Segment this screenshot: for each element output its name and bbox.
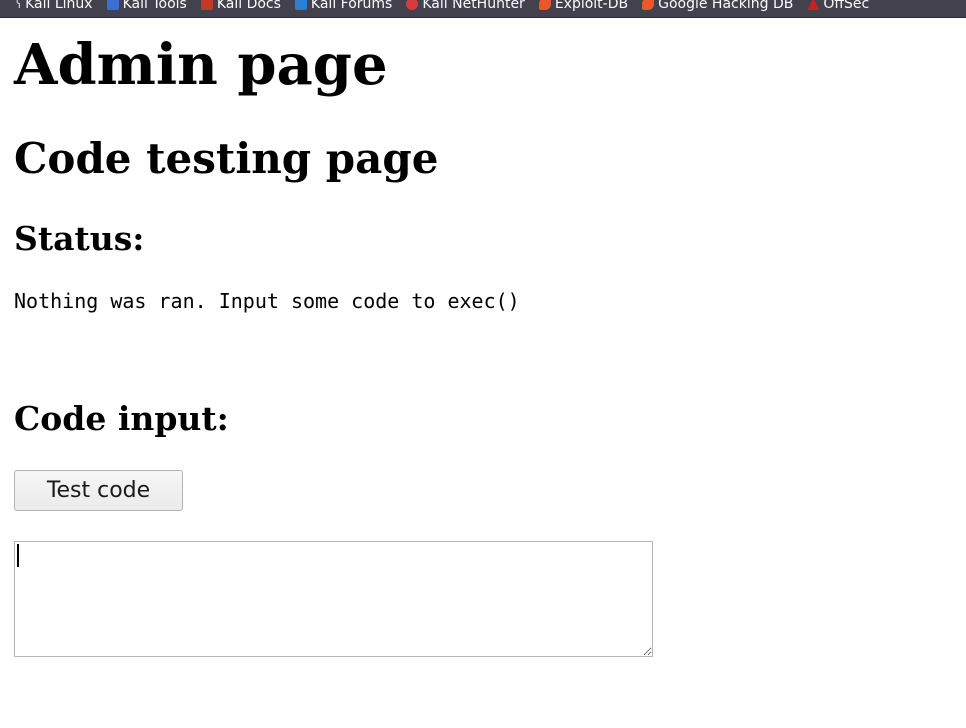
- bookmark-label: Kali NetHunter: [422, 0, 525, 12]
- ghdb-icon: [642, 0, 655, 10]
- text-caret: [17, 544, 19, 567]
- bookmark-offsec[interactable]: OffSec: [807, 0, 869, 12]
- kali-forums-icon: [294, 0, 307, 10]
- bookmark-kali-linux[interactable]: ʕ Kali Linux: [16, 0, 93, 12]
- bookmark-label: Kali Tools: [122, 0, 187, 12]
- status-heading: Status:: [14, 219, 145, 258]
- nethunter-icon: [406, 0, 419, 10]
- kali-tools-icon: [106, 0, 119, 10]
- bookmark-label: Kali Docs: [216, 0, 281, 12]
- code-input-textarea[interactable]: [14, 541, 653, 657]
- bookmark-kali-nethunter[interactable]: Kali NetHunter: [406, 0, 525, 12]
- bookmark-label: Google Hacking DB: [658, 0, 794, 12]
- test-code-button[interactable]: Test code: [14, 470, 183, 511]
- bookmarks-toolbar: ʕ Kali Linux Kali Tools Kali Docs Kali F…: [0, 0, 966, 18]
- bookmark-label: Exploit-DB: [554, 0, 629, 12]
- page-title: Admin page: [14, 32, 388, 98]
- exploit-db-icon: [538, 0, 551, 10]
- bookmark-label: Kali Forums: [310, 0, 393, 12]
- offsec-icon: [807, 0, 820, 10]
- bookmark-kali-tools[interactable]: Kali Tools: [106, 0, 187, 12]
- bookmark-exploit-db[interactable]: Exploit-DB: [538, 0, 629, 12]
- status-message: Nothing was ran. Input some code to exec…: [14, 289, 520, 313]
- code-input-heading: Code input:: [14, 399, 229, 438]
- kali-docs-icon: [200, 0, 213, 10]
- bookmark-kali-docs[interactable]: Kali Docs: [200, 0, 281, 12]
- kali-dragon-icon: ʕ: [16, 0, 23, 11]
- page-subtitle: Code testing page: [14, 134, 439, 183]
- bookmark-google-hacking-db[interactable]: Google Hacking DB: [642, 0, 793, 12]
- bookmark-label: Kali Linux: [25, 0, 93, 12]
- bookmark-kali-forums[interactable]: Kali Forums: [294, 0, 393, 12]
- bookmark-label: OffSec: [823, 0, 870, 12]
